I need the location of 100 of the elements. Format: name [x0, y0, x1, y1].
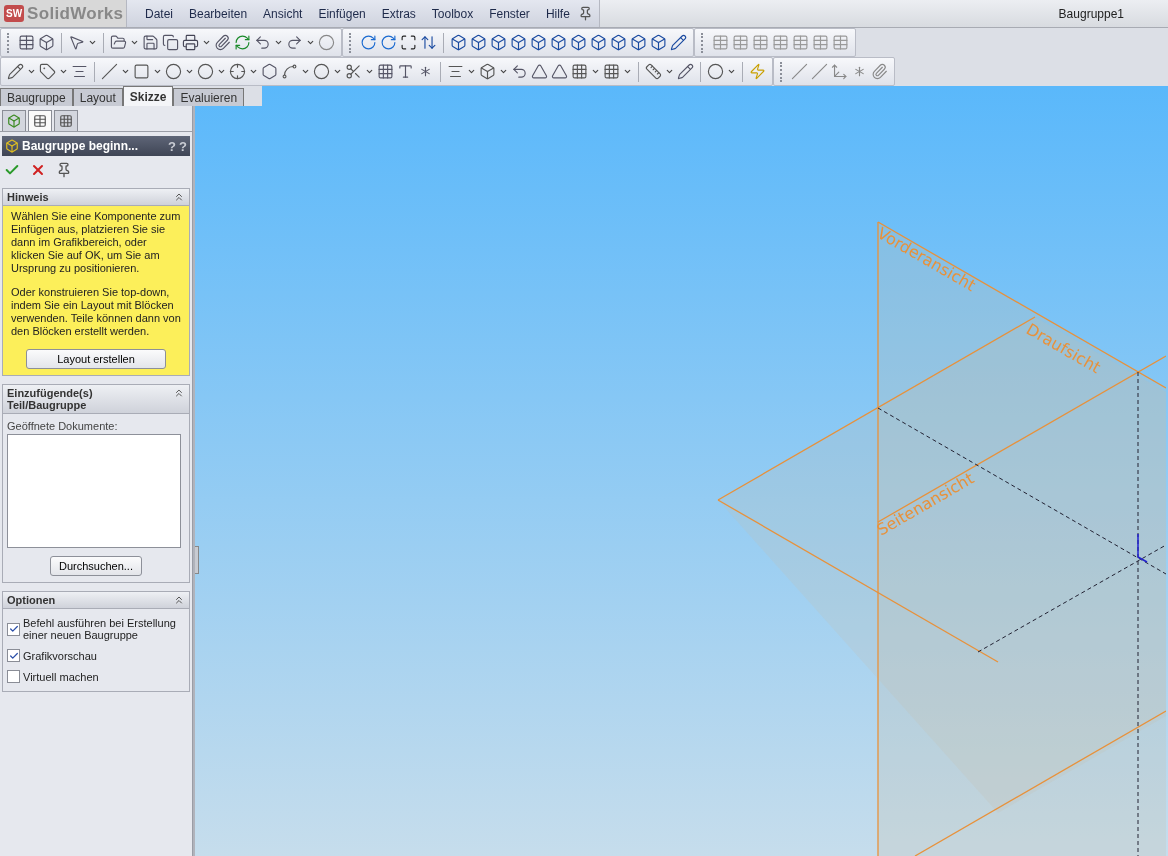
caret-icon[interactable]	[499, 67, 508, 76]
text-icon[interactable]	[397, 63, 414, 80]
rebuild-icon[interactable]	[234, 34, 251, 51]
option-label: Virtuell machen	[23, 670, 99, 683]
caret-icon[interactable]	[306, 38, 315, 47]
rectangle-icon[interactable]	[133, 63, 150, 80]
box-icon[interactable]	[38, 34, 55, 51]
tab[interactable]: Skizze	[122, 86, 174, 106]
redo-icon[interactable]	[286, 34, 303, 51]
align-icon[interactable]	[71, 63, 88, 80]
hint-text: Oder konstruieren Sie top-down, indem Sie ein Layout mit Blöcken verwenden. Teile können dann von den Blöcken erstellt werden.	[10, 286, 182, 338]
caret-icon[interactable]	[249, 67, 258, 76]
check-icon	[8, 650, 19, 661]
cube-icon[interactable]	[550, 34, 567, 51]
caret-icon[interactable]	[59, 67, 68, 76]
tab[interactable]: Baugruppe	[0, 88, 73, 106]
circle-icon[interactable]	[197, 63, 214, 80]
arrow-icon[interactable]	[420, 34, 437, 51]
caret-icon[interactable]	[202, 38, 211, 47]
caret-icon[interactable]	[591, 67, 600, 76]
caret-icon[interactable]	[274, 38, 283, 47]
paperclip-icon[interactable]	[214, 34, 231, 51]
caret-icon[interactable]	[130, 38, 139, 47]
cube-icon[interactable]	[650, 34, 667, 51]
help-button[interactable]: ?	[179, 138, 187, 154]
panel-tab[interactable]	[2, 110, 26, 131]
section-title: Optionen	[7, 594, 56, 606]
spline-icon[interactable]	[281, 63, 298, 80]
caret-icon[interactable]	[333, 67, 342, 76]
rotate-icon[interactable]	[360, 34, 377, 51]
panel-tab[interactable]	[54, 110, 78, 131]
pin-icon[interactable]	[56, 162, 72, 178]
cube-icon[interactable]	[470, 34, 487, 51]
cube-icon[interactable]	[570, 34, 587, 51]
menu-item[interactable]: Fenster	[481, 6, 538, 21]
caret-icon[interactable]	[121, 67, 130, 76]
line-icon[interactable]	[811, 63, 828, 80]
undo-icon[interactable]	[254, 34, 271, 51]
sketch-icon[interactable]	[7, 63, 24, 80]
caret-icon[interactable]	[217, 67, 226, 76]
tab[interactable]: Layout	[72, 88, 123, 106]
caret-icon[interactable]	[623, 67, 632, 76]
table-icon[interactable]	[18, 34, 35, 51]
polygon-icon[interactable]	[261, 63, 278, 80]
caret-icon[interactable]	[727, 67, 736, 76]
menu-item[interactable]: Ansicht	[255, 6, 311, 21]
menu-item[interactable]: Hilfe	[537, 6, 578, 21]
caret-icon[interactable]	[301, 67, 310, 76]
box-icon	[7, 114, 21, 128]
checkbox[interactable]	[7, 622, 20, 636]
cube-icon[interactable]	[450, 34, 467, 51]
menu-item[interactable]: Toolbox	[423, 6, 482, 21]
cube-icon[interactable]	[590, 34, 607, 51]
caret-icon[interactable]	[153, 67, 162, 76]
cube-icon[interactable]	[510, 34, 527, 51]
menu-item[interactable]: Einfügen	[310, 6, 374, 21]
caret-icon[interactable]	[365, 67, 374, 76]
axes-icon[interactable]	[831, 63, 848, 80]
close-icon[interactable]	[30, 162, 46, 178]
caret-icon[interactable]	[665, 67, 674, 76]
caret-icon[interactable]	[88, 38, 97, 47]
tab[interactable]: Evaluieren	[173, 88, 245, 106]
menu-item[interactable]: Datei	[137, 6, 181, 21]
cube-icon[interactable]	[610, 34, 627, 51]
copy-icon[interactable]	[162, 34, 179, 51]
panel-title: Baugruppe beginn...	[22, 139, 138, 153]
cube-icon[interactable]	[490, 34, 507, 51]
collapse-icon[interactable]	[173, 387, 185, 399]
caret-icon[interactable]	[27, 67, 36, 76]
paperclip-icon[interactable]	[871, 63, 888, 80]
grid-icon[interactable]	[377, 63, 394, 80]
caret-icon[interactable]	[467, 67, 476, 76]
help-button[interactable]: ?	[168, 138, 177, 154]
pointer-icon[interactable]	[68, 34, 85, 51]
caret-icon[interactable]	[185, 67, 194, 76]
hint-text: Wählen Sie eine Komponente zum Einfügen aus, platzieren Sie sie dann im Grafikbereich, oder klicken Sie auf OK, um Sie am Ursprung zu positionieren.	[10, 210, 182, 275]
collapse-icon[interactable]	[173, 594, 185, 606]
checkbox[interactable]	[7, 670, 20, 683]
collapse-icon[interactable]	[173, 191, 185, 203]
pin-icon[interactable]	[577, 6, 593, 21]
menu-item[interactable]: Bearbeiten	[181, 6, 256, 21]
browse-button[interactable]: Durchsuchen...	[50, 556, 142, 576]
panel-tab[interactable]	[28, 110, 52, 131]
folder-icon[interactable]	[110, 34, 127, 51]
line-icon[interactable]	[791, 63, 808, 80]
rotate-icon[interactable]	[380, 34, 397, 51]
section-title: Hinweis	[7, 191, 49, 203]
checkbox[interactable]	[7, 649, 20, 662]
zoom-fit-icon[interactable]	[400, 34, 417, 51]
cube-icon[interactable]	[530, 34, 547, 51]
menu-item[interactable]: Extras	[373, 6, 424, 21]
check-icon	[8, 624, 19, 634]
save-icon[interactable]	[142, 34, 159, 51]
pen-icon[interactable]	[670, 34, 687, 51]
printer-icon[interactable]	[182, 34, 199, 51]
cube-icon[interactable]	[630, 34, 647, 51]
layout-button[interactable]: Layout erstellen	[26, 349, 166, 369]
line-icon[interactable]	[101, 63, 118, 80]
documents-list[interactable]	[7, 434, 181, 548]
logo-badge: SW	[4, 5, 25, 22]
